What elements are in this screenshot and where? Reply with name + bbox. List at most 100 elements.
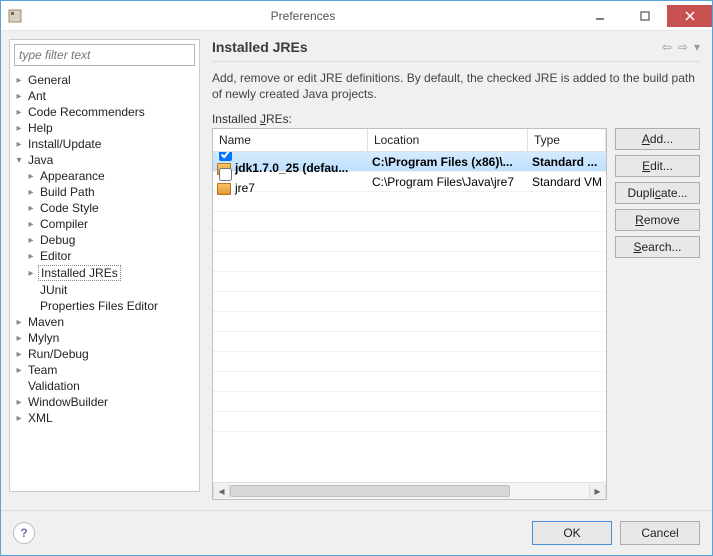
tree-item[interactable]: Compiler — [10, 216, 199, 232]
tree-item-label: Mylyn — [26, 331, 61, 345]
tree-item[interactable]: Mylyn — [10, 330, 199, 346]
tree-item[interactable]: Appearance — [10, 168, 199, 184]
tree-item[interactable]: Installed JREs — [10, 264, 199, 282]
tree-item[interactable]: WindowBuilder — [10, 394, 199, 410]
tree-item[interactable]: Team — [10, 362, 199, 378]
expand-icon[interactable] — [12, 397, 26, 408]
table-row — [213, 372, 606, 392]
tree-item[interactable]: General — [10, 72, 199, 88]
side-buttons: Add... Edit... Duplicate... Remove Searc… — [615, 128, 700, 500]
tree-item-label: XML — [26, 411, 55, 425]
cancel-button[interactable]: Cancel — [620, 521, 700, 545]
filter-input[interactable] — [14, 44, 195, 66]
tree-item[interactable]: Maven — [10, 314, 199, 330]
table-row — [213, 192, 606, 212]
tree-item[interactable]: Run/Debug — [10, 346, 199, 362]
expand-icon[interactable] — [24, 187, 38, 198]
tree-item[interactable]: Java — [10, 152, 199, 168]
tree-item[interactable]: JUnit — [10, 282, 199, 298]
col-name[interactable]: Name — [213, 129, 368, 151]
expand-icon[interactable] — [24, 203, 38, 214]
expand-icon[interactable] — [12, 349, 26, 360]
table-label: Installed JREs: — [212, 112, 700, 126]
table-row — [213, 352, 606, 372]
expand-icon[interactable] — [12, 75, 26, 86]
forward-icon[interactable]: ⇨ — [678, 40, 688, 54]
content-pane: Installed JREs ⇦ ⇨ ▾ Add, remove or edit… — [200, 31, 712, 500]
expand-icon[interactable] — [12, 317, 26, 328]
tree-item-label: Editor — [38, 249, 73, 263]
expand-icon[interactable] — [24, 235, 38, 246]
tree-item[interactable]: XML — [10, 410, 199, 426]
table-row — [213, 332, 606, 352]
edit-button[interactable]: Edit... — [615, 155, 700, 177]
window-icon — [1, 9, 29, 23]
nav-tree[interactable]: GeneralAntCode Recommenders Help Install/U… — [10, 70, 199, 491]
tree-item-label: Properties Files Editor — [38, 299, 160, 313]
horizontal-scrollbar[interactable]: ◂ ▸ — [213, 482, 606, 499]
jre-type: Standard ... — [528, 155, 606, 169]
jre-location: C:\Program Files (x86)\... — [368, 155, 528, 169]
minimize-button[interactable] — [577, 5, 622, 27]
jre-checkbox[interactable] — [219, 168, 232, 181]
expand-icon[interactable] — [12, 155, 26, 166]
dropdown-icon[interactable]: ▾ — [694, 40, 700, 54]
jre-table[interactable]: Name Location Type jdk1.7.0_25 (defau...… — [212, 128, 607, 500]
ok-button[interactable]: OK — [532, 521, 612, 545]
jre-checkbox[interactable] — [219, 152, 232, 161]
footer: ? OK Cancel — [1, 510, 712, 555]
expand-icon[interactable] — [24, 219, 38, 230]
jre-name: jre7 — [235, 181, 255, 195]
tree-item[interactable]: Validation — [10, 378, 199, 394]
tree-item[interactable]: Build Path — [10, 184, 199, 200]
expand-icon[interactable] — [24, 268, 38, 279]
tree-item-label: Code Recommenders — [26, 105, 147, 119]
expand-icon[interactable] — [12, 107, 26, 118]
maximize-button[interactable] — [622, 5, 667, 27]
col-location[interactable]: Location — [368, 129, 528, 151]
titlebar: Preferences — [1, 1, 712, 31]
help-button[interactable]: ? — [13, 522, 35, 544]
tree-item-label: JUnit — [38, 283, 69, 297]
expand-icon[interactable] — [12, 333, 26, 344]
tree-item[interactable]: Code Style — [10, 200, 199, 216]
tree-item[interactable]: Code Recommenders — [10, 104, 199, 120]
back-icon[interactable]: ⇦ — [662, 40, 672, 54]
duplicate-button[interactable]: Duplicate... — [615, 182, 700, 204]
expand-icon[interactable] — [12, 365, 26, 376]
tree-item[interactable]: Debug — [10, 232, 199, 248]
expand-icon[interactable] — [12, 123, 26, 134]
table-row[interactable]: jre7C:\Program Files\Java\jre7Standard V… — [213, 172, 606, 192]
add-button[interactable]: Add... — [615, 128, 700, 150]
tree-item[interactable]: Install/Update — [10, 136, 199, 152]
col-type[interactable]: Type — [528, 129, 606, 151]
expand-icon[interactable] — [24, 251, 38, 262]
expand-icon[interactable] — [12, 139, 26, 150]
tree-item-label: Maven — [26, 315, 66, 329]
jre-location: C:\Program Files\Java\jre7 — [368, 175, 528, 189]
tree-item[interactable]: Help — [10, 120, 199, 136]
tree-item-label: Help — [26, 121, 55, 135]
table-row — [213, 232, 606, 252]
expand-icon[interactable] — [12, 91, 26, 102]
preferences-window: Preferences GeneralAntCode Recommenders H… — [0, 0, 713, 556]
tree-item-label: Appearance — [38, 169, 107, 183]
expand-icon[interactable] — [12, 413, 26, 424]
scroll-thumb[interactable] — [230, 485, 510, 497]
tree-item[interactable]: Editor — [10, 248, 199, 264]
search-button[interactable]: Search... — [615, 236, 700, 258]
page-title: Installed JREs — [212, 39, 662, 55]
remove-button[interactable]: Remove — [615, 209, 700, 231]
tree-item-label: Run/Debug — [26, 347, 91, 361]
tree-item[interactable]: Ant — [10, 88, 199, 104]
expand-icon[interactable] — [24, 171, 38, 182]
tree-item[interactable]: Properties Files Editor — [10, 298, 199, 314]
tree-item-label: Install/Update — [26, 137, 103, 151]
scroll-left-icon[interactable]: ◂ — [213, 484, 230, 498]
scroll-right-icon[interactable]: ▸ — [589, 484, 606, 498]
tree-item-label: Build Path — [38, 185, 97, 199]
tree-item-label: General — [26, 73, 73, 87]
table-row — [213, 252, 606, 272]
tree-item-label: Validation — [26, 379, 82, 393]
close-button[interactable] — [667, 5, 712, 27]
